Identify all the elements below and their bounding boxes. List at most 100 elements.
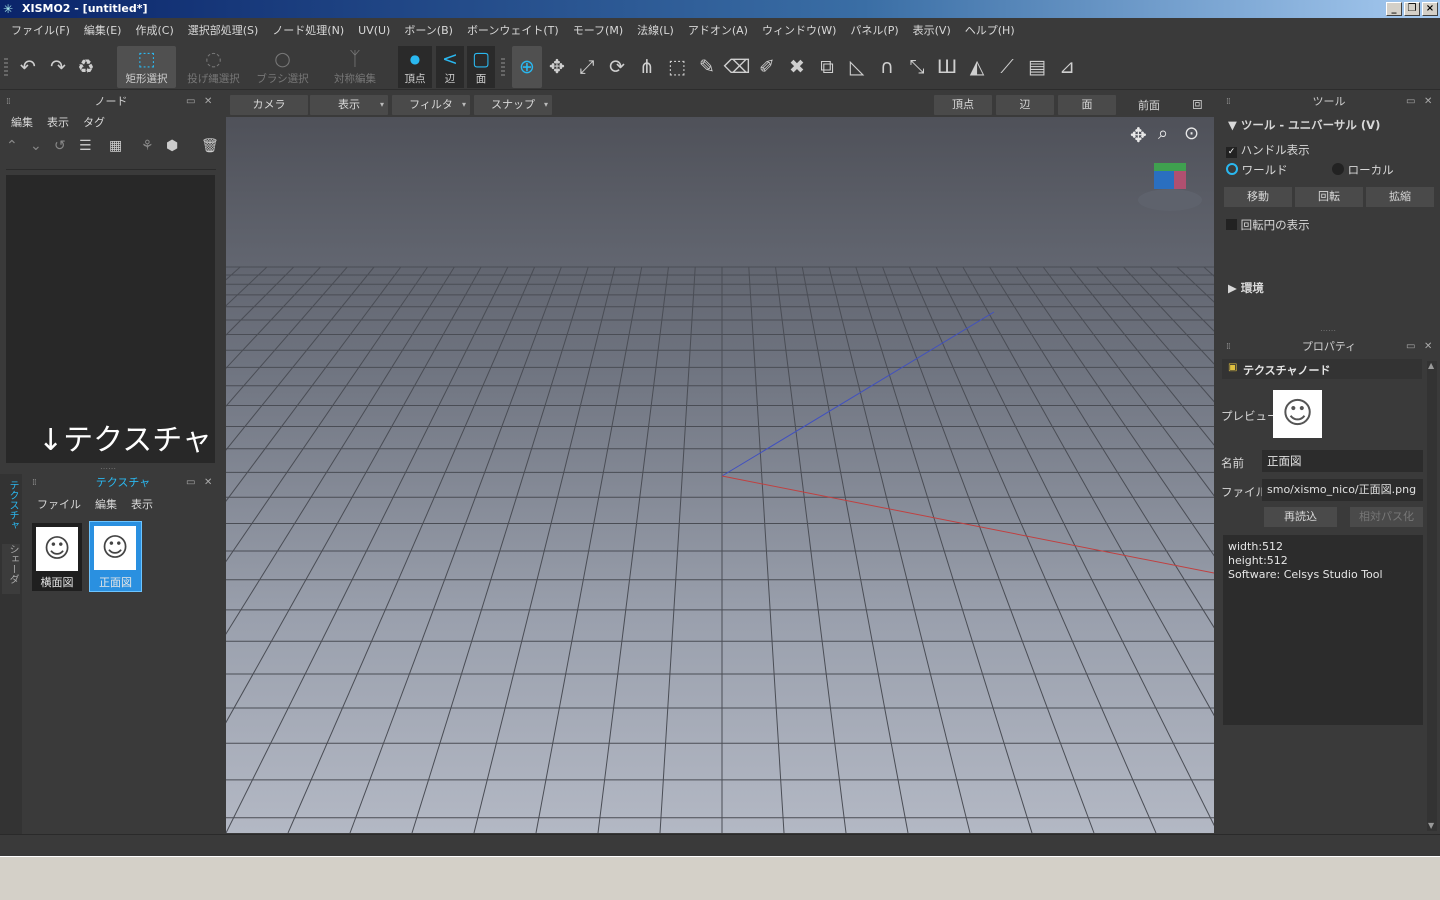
rotation-circle-checkbox[interactable]: 回転円の表示	[1226, 217, 1310, 233]
extrude-tool-button[interactable]: ⧉	[813, 46, 841, 88]
menu-addon[interactable]: アドオン(A)	[681, 18, 755, 44]
property-panel-minimize-icon[interactable]: ▭	[1406, 337, 1415, 357]
snap-menu-button[interactable]: スナップ ▾	[474, 95, 552, 115]
shrink-tool-button[interactable]: ⤡	[903, 46, 931, 88]
scale-button[interactable]: 拡縮	[1366, 187, 1434, 207]
texture-menu-file[interactable]: ファイル	[30, 495, 88, 515]
node-menu-tag[interactable]: タグ	[76, 113, 112, 133]
bones-icon[interactable]: ⚘	[141, 138, 154, 154]
display-menu-button[interactable]: 表示 ▾	[310, 95, 388, 115]
animation-tool-button[interactable]: ▤	[1023, 46, 1051, 88]
environment-section[interactable]: ▶ 環境	[1228, 280, 1264, 296]
toolbar-grip-2[interactable]	[501, 58, 505, 76]
hierarchy-icon[interactable]: ☰	[79, 138, 92, 154]
texture-item-side[interactable]: ☺ 横面図	[32, 523, 82, 591]
menu-morph[interactable]: モーフ(M)	[566, 18, 630, 44]
texture-item-front[interactable]: ☺ 正面図	[89, 521, 142, 592]
reload-button[interactable]: 再読込	[1264, 507, 1337, 527]
restore-button[interactable]: ❐	[1404, 2, 1420, 16]
node-panel-close-icon[interactable]: ✕	[204, 92, 212, 112]
view-cube-icon[interactable]: ⧈	[1192, 94, 1203, 114]
world-space-button[interactable]: ⊕	[512, 46, 542, 88]
show-handle-checkbox[interactable]: ✓ ハンドル表示	[1226, 142, 1310, 158]
menu-view[interactable]: 表示(V)	[906, 18, 958, 44]
local-radio[interactable]: ローカル	[1332, 162, 1394, 178]
tool-panel-minimize-icon[interactable]: ▭	[1406, 92, 1415, 112]
menu-file[interactable]: ファイル(F)	[4, 18, 77, 44]
rotate-button[interactable]: 回転	[1295, 187, 1363, 207]
redo-button[interactable]: ↷	[44, 46, 72, 88]
pan-icon[interactable]: ✥	[1130, 123, 1147, 147]
bevel-tool-button[interactable]: ◺	[843, 46, 871, 88]
orbit-icon[interactable]: ⊙	[1184, 123, 1199, 144]
menu-bone-weight[interactable]: ボーンウェイト(T)	[460, 18, 566, 44]
paint-tool-button[interactable]: ⟋	[993, 46, 1021, 88]
node-menu-view[interactable]: 表示	[40, 113, 76, 133]
camera-menu-button[interactable]: カメラ	[230, 95, 308, 115]
menu-node[interactable]: ノード処理(N)	[265, 18, 351, 44]
splitter-grip[interactable]: ⋯⋯	[100, 464, 116, 473]
rect-select-button[interactable]: ⬚ 矩形選択	[117, 46, 176, 88]
weld-tool-button[interactable]: ✖	[783, 46, 811, 88]
name-field[interactable]: 正面図	[1262, 450, 1423, 472]
cube-icon[interactable]: ⬢	[166, 138, 178, 154]
zoom-icon[interactable]: ⌕	[1158, 123, 1168, 144]
edge-mode-button[interactable]: < 辺	[436, 46, 464, 88]
file-path-field[interactable]: smo/xismo_nico/正面図.png	[1262, 479, 1423, 501]
move-button[interactable]: 移動	[1224, 187, 1292, 207]
knife-tool-button[interactable]: ✐	[753, 46, 781, 88]
box-tool-button[interactable]: ⬚	[663, 46, 691, 88]
menu-window[interactable]: ウィンドウ(W)	[755, 18, 843, 44]
uv-tool-button[interactable]: Ш	[933, 46, 961, 88]
viewport-edge-button[interactable]: 辺	[996, 95, 1054, 115]
undo-button[interactable]: ↶	[14, 46, 42, 88]
chevron-down-icon[interactable]: ⌄	[30, 138, 42, 154]
texture-panel-minimize-icon[interactable]: ▭	[186, 473, 195, 493]
minimize-button[interactable]: _	[1386, 2, 1402, 16]
menu-normal[interactable]: 法線(L)	[630, 18, 681, 44]
scale-tool-button[interactable]: ⤢	[573, 46, 601, 88]
close-button[interactable]: ×	[1422, 2, 1438, 16]
eraser-tool-button[interactable]: ⌫	[723, 46, 751, 88]
texture-menu-view[interactable]: 表示	[124, 495, 160, 515]
tool-section-header[interactable]: ▼ ツール - ユニバーサル (V)	[1228, 117, 1380, 133]
sculpt-tool-button[interactable]: ⊿	[1053, 46, 1081, 88]
link-icon[interactable]: ↺	[54, 138, 66, 154]
viewport-face-button[interactable]: 面	[1058, 95, 1116, 115]
pen-tool-button[interactable]: ✎	[693, 46, 721, 88]
vertex-mode-button[interactable]: ● 頂点	[398, 46, 432, 88]
menu-edit[interactable]: 編集(E)	[77, 18, 129, 44]
scroll-up-icon[interactable]: ▲	[1428, 361, 1434, 370]
property-panel-close-icon[interactable]: ✕	[1424, 337, 1432, 357]
node-tree[interactable]: ↓テクスチャ	[6, 175, 215, 463]
symmetric-edit-button[interactable]: ᛉ 対称編集	[328, 46, 382, 88]
scroll-down-icon[interactable]: ▼	[1428, 821, 1434, 830]
tab-shader[interactable]: シェーダ	[2, 544, 20, 594]
tool-panel-close-icon[interactable]: ✕	[1424, 92, 1432, 112]
filter-menu-button[interactable]: フィルタ ▾	[392, 95, 470, 115]
menu-help[interactable]: ヘルプ(H)	[958, 18, 1022, 44]
3d-viewport[interactable]: ✥ ⌕ ⊙	[226, 117, 1214, 833]
splitter-grip[interactable]: ⋯⋯	[1320, 326, 1336, 335]
weight-tool-button[interactable]: ◭	[963, 46, 991, 88]
rotate-tool-button[interactable]: ⟳	[603, 46, 631, 88]
menu-uv[interactable]: UV(U)	[351, 18, 397, 44]
recycle-button[interactable]: ♻	[72, 46, 100, 88]
menu-panel[interactable]: パネル(P)	[843, 18, 905, 44]
bridge-tool-button[interactable]: ∩	[873, 46, 901, 88]
menu-bone[interactable]: ボーン(B)	[397, 18, 460, 44]
brush-select-button[interactable]: ○ ブラシ選択	[253, 46, 312, 88]
move-tool-button[interactable]: ✥	[543, 46, 571, 88]
lasso-select-button[interactable]: ◌ 投げ縄選択	[184, 46, 243, 88]
tab-texture[interactable]: テクスチャ	[2, 480, 20, 540]
node-menu-edit[interactable]: 編集	[4, 113, 40, 133]
node-panel-minimize-icon[interactable]: ▭	[186, 92, 195, 112]
universal-tool-button[interactable]: ⋔	[633, 46, 661, 88]
relative-path-button[interactable]: 相対パス化	[1350, 507, 1423, 527]
grid-icon[interactable]: ▦	[109, 138, 122, 154]
chevron-up-icon[interactable]: ⌃	[6, 138, 18, 154]
world-radio[interactable]: ワールド	[1226, 162, 1288, 178]
texture-panel-close-icon[interactable]: ✕	[204, 473, 212, 493]
face-mode-button[interactable]: ▢ 面	[467, 46, 495, 88]
property-scrollbar[interactable]: ▲ ▼	[1427, 361, 1437, 831]
